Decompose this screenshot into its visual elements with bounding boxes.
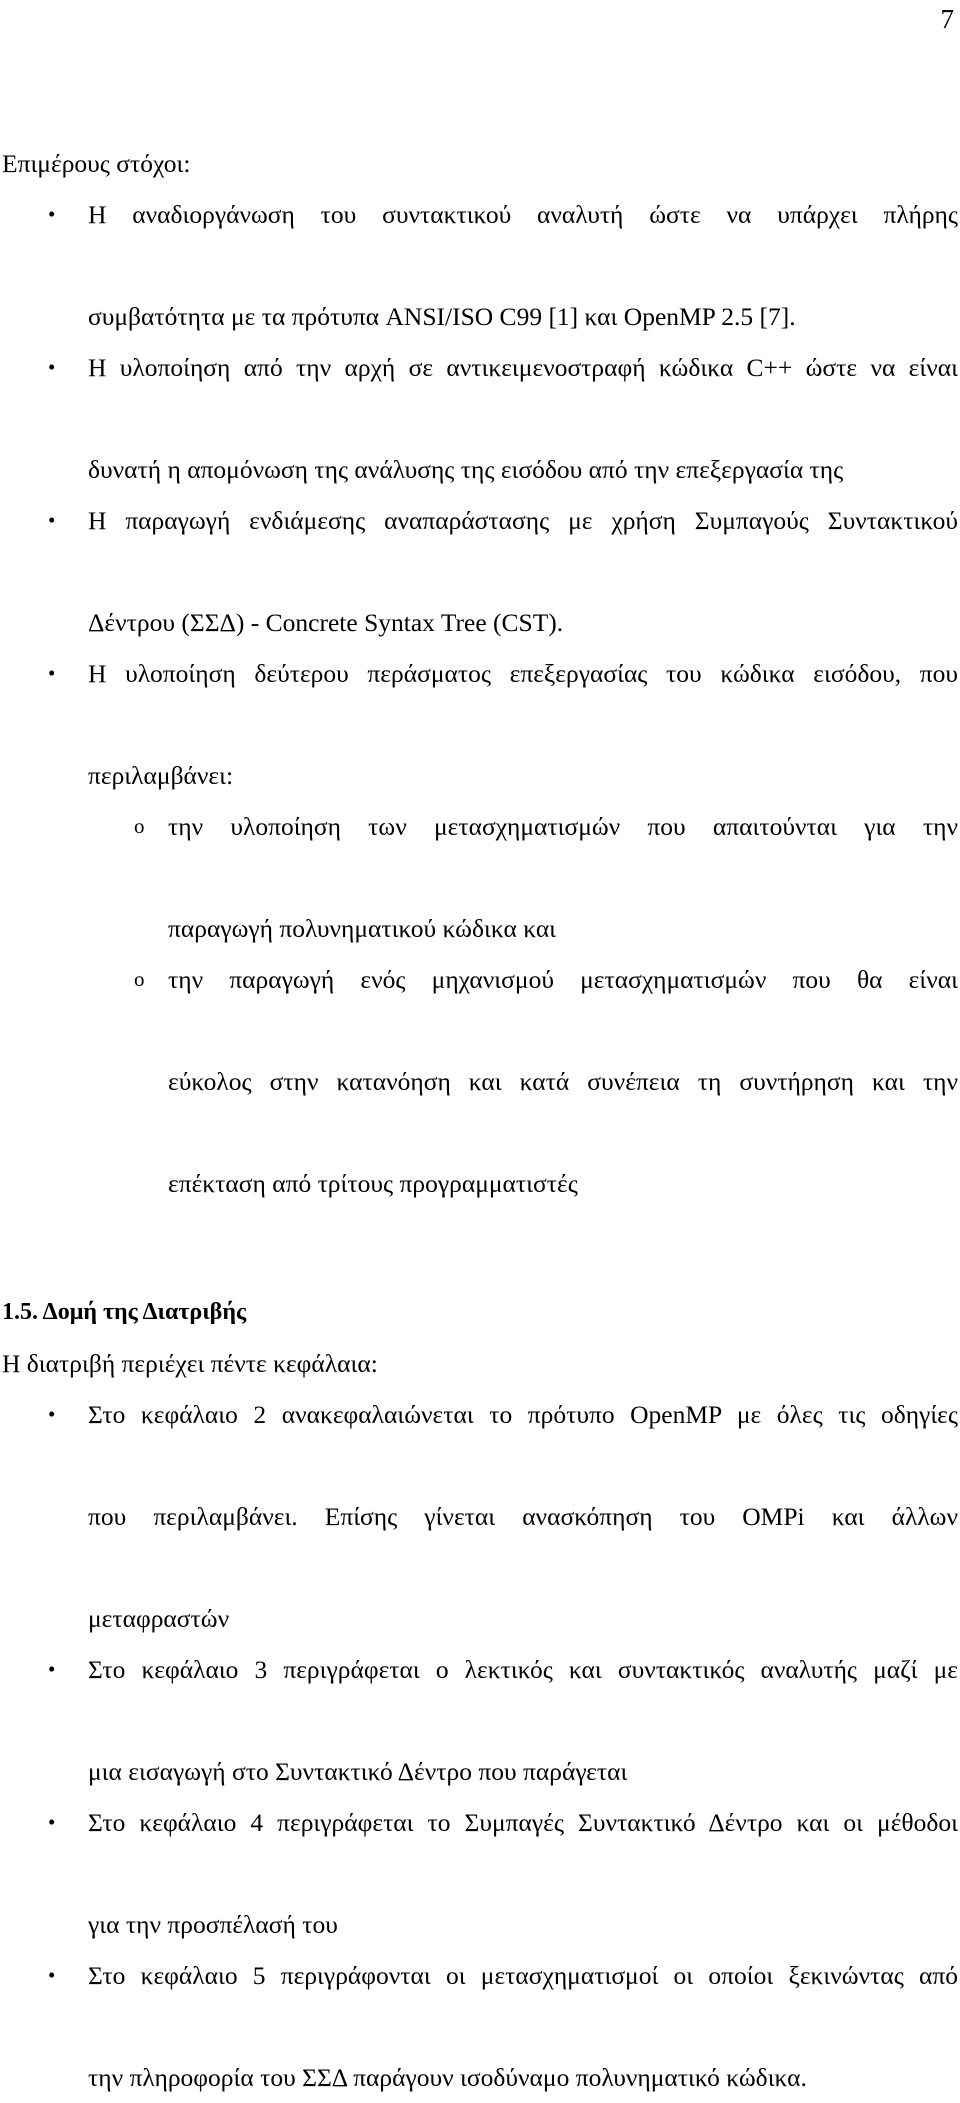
list-item: • Η υλοποίηση από την αρχή σε αντικειμεν… <box>2 342 958 495</box>
list-item-line: εύκολος στην κατανόηση και κατά συνέπεια… <box>168 1067 958 1096</box>
bullet-marker: • <box>48 661 56 685</box>
list-item-line: για την προσπέλασή του <box>88 1910 338 1939</box>
bullet-marker: • <box>48 1963 56 1987</box>
list-item-line: επέκταση από τρίτους προγραμματιστές <box>168 1169 578 1198</box>
list-item: • Στο κεφάλαιο 4 περιγράφεται το Συμπαγέ… <box>2 1797 958 1950</box>
list-item: o την παραγωγή ενός μηχανισμού μετασχημα… <box>2 954 958 1209</box>
list-item: o την υλοποίηση των μετασχηματισμών που … <box>2 801 958 954</box>
intro-paragraph: Επιμέρους στόχοι: <box>2 149 191 178</box>
list-item-line: Στο κεφάλαιο 5 περιγράφονται οι μετασχημ… <box>88 1961 958 1990</box>
list-item: • Στο κεφάλαιο 2 ανακεφαλαιώνεται το πρό… <box>2 1389 958 1644</box>
list-item-line: παραγωγή πολυνηματικού κώδικα και <box>168 914 557 943</box>
list-item-line: Η υλοποίηση δεύτερου περάσματος επεξεργα… <box>88 659 958 688</box>
list-item-line: Στο κεφάλαιο 2 ανακεφαλαιώνεται το πρότυ… <box>88 1400 958 1429</box>
bullet-marker: • <box>48 355 56 379</box>
list-item-line: περιλαμβάνει: <box>88 761 234 790</box>
list-item: • Η παραγωγή ενδιάμεσης αναπαράστασης με… <box>2 495 958 648</box>
chapters-list: • Στο κεφάλαιο 2 ανακεφαλαιώνεται το πρό… <box>2 1389 958 2103</box>
heading-gap <box>2 1329 958 1338</box>
section-heading: 1.5. Δομή της Διατριβής <box>2 1299 247 1325</box>
list-item-line: Δέντρου (ΣΣΔ) - Concrete Syntax Tree (CS… <box>88 608 564 637</box>
page-content: Επιμέρους στόχοι: • Η αναδιοργάνωση του … <box>2 138 958 2103</box>
list-item-line: μεταφραστών <box>88 1604 230 1633</box>
list-item-line: την πληροφορία του ΣΣΔ παράγουν ισοδύναμ… <box>88 2063 807 2092</box>
circle-bullet-marker: o <box>134 967 145 991</box>
circle-bullet-marker: o <box>134 814 145 838</box>
list-item-line: συμβατότητα με τα πρότυπα ANSI/ISO C99 [… <box>88 302 796 331</box>
objectives-list: • Η αναδιοργάνωση του συντακτικού αναλυτ… <box>2 189 958 801</box>
list-item-line: την υλοποίηση των μετασχηματισμών που απ… <box>168 812 958 841</box>
list-item: • Στο κεφάλαιο 5 περιγράφονται οι μετασχ… <box>2 1950 958 2103</box>
document-page: 7 Επιμέρους στόχοι: • Η αναδιοργάνωση το… <box>0 0 960 2093</box>
sub-objectives-list: o την υλοποίηση των μετασχηματισμών που … <box>2 801 958 1209</box>
page-number: 7 <box>940 4 955 34</box>
list-item-line: την παραγωγή ενός μηχανισμού μετασχηματι… <box>168 965 958 994</box>
list-item-line: που περιλαμβάνει. Επίσης γίνεται ανασκόπ… <box>88 1502 958 1531</box>
list-item-line: Η παραγωγή ενδιάμεσης αναπαράστασης με χ… <box>88 506 958 535</box>
list-item-line: Στο κεφάλαιο 4 περιγράφεται το Συμπαγές … <box>88 1808 958 1837</box>
list-item: • Στο κεφάλαιο 3 περιγράφεται ο λεκτικός… <box>2 1644 958 1797</box>
list-item: • Η αναδιοργάνωση του συντακτικού αναλυτ… <box>2 189 958 342</box>
list-item-line: μια εισαγωγή στο Συντακτικό Δέντρο που π… <box>88 1757 628 1786</box>
bullet-marker: • <box>48 1657 56 1681</box>
list-item-line: Η αναδιοργάνωση του συντακτικού αναλυτή … <box>88 200 958 229</box>
bullet-marker: • <box>48 508 56 532</box>
list-item-line: δυνατή η απομόνωση της ανάλυσης της εισό… <box>88 455 844 484</box>
list-item: • Η υλοποίηση δεύτερου περάσματος επεξερ… <box>2 648 958 801</box>
list-item-line: Στο κεφάλαιο 3 περιγράφεται ο λεκτικός κ… <box>88 1655 958 1684</box>
list-item-line: Η υλοποίηση από την αρχή σε αντικειμενοσ… <box>88 353 958 382</box>
bullet-marker: • <box>48 1402 56 1426</box>
bullet-marker: • <box>48 1810 56 1834</box>
bullet-marker: • <box>48 202 56 226</box>
section-lead-paragraph: Η διατριβή περιέχει πέντε κεφάλαια: <box>2 1349 378 1378</box>
